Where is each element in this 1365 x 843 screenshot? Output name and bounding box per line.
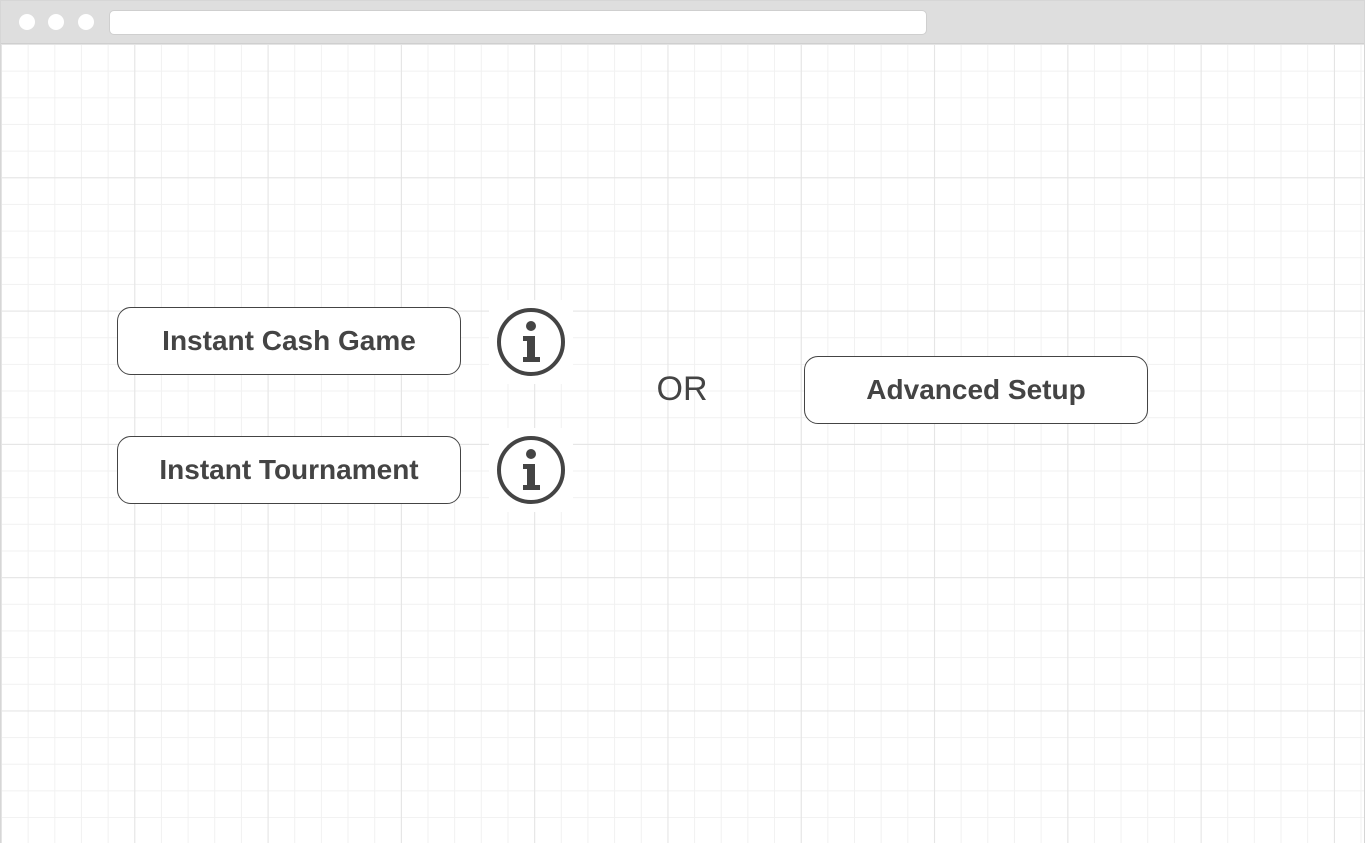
cash-game-info-button[interactable] bbox=[489, 300, 573, 384]
info-icon bbox=[497, 308, 565, 376]
instant-tournament-button[interactable]: Instant Tournament bbox=[117, 436, 461, 504]
window-close-dot[interactable] bbox=[19, 14, 35, 30]
browser-titlebar bbox=[1, 1, 1364, 44]
window-maximize-dot[interactable] bbox=[78, 14, 94, 30]
instant-cash-game-button[interactable]: Instant Cash Game bbox=[117, 307, 461, 375]
tournament-info-button[interactable] bbox=[489, 428, 573, 512]
advanced-setup-button[interactable]: Advanced Setup bbox=[804, 356, 1148, 424]
info-icon bbox=[497, 436, 565, 504]
advanced-setup-label: Advanced Setup bbox=[866, 374, 1086, 405]
window-minimize-dot[interactable] bbox=[48, 14, 64, 30]
address-bar[interactable] bbox=[109, 10, 927, 35]
or-separator: OR bbox=[656, 370, 708, 408]
browser-window: Instant Cash Game Instant Tournament OR … bbox=[0, 0, 1365, 843]
instant-cash-game-label: Instant Cash Game bbox=[162, 325, 416, 356]
grid-canvas: Instant Cash Game Instant Tournament OR … bbox=[1, 44, 1364, 843]
instant-tournament-label: Instant Tournament bbox=[159, 454, 419, 485]
